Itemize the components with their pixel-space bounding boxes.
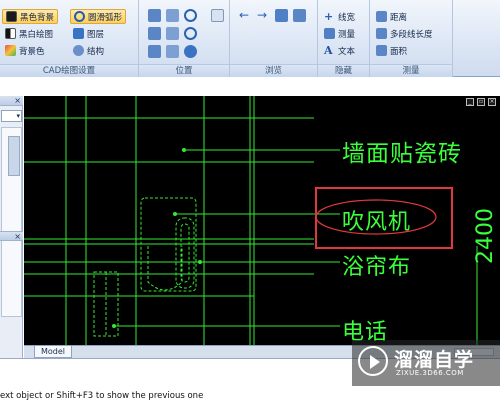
measure-button[interactable]: 测量: [321, 26, 358, 41]
palette-icon: [5, 45, 16, 56]
dimension-label: 2400: [473, 208, 498, 264]
polyline-icon: [376, 28, 387, 39]
layers-button[interactable]: 图层: [70, 26, 107, 41]
panel-close-icon[interactable]: ×: [0, 96, 23, 106]
measure-group: 距离 多段线长度 面积 测量: [370, 0, 453, 77]
ruler-icon: [324, 28, 335, 39]
black-background-button[interactable]: 黑色背景: [2, 9, 59, 24]
panel-scroll-thumb[interactable]: [8, 136, 20, 176]
tab-model[interactable]: Model: [34, 346, 73, 358]
panel-dropdown[interactable]: ▾: [1, 110, 22, 122]
zoom-previous-icon[interactable]: [166, 27, 179, 40]
arrow-left-icon[interactable]: ←: [239, 9, 252, 22]
distance-button[interactable]: 距离: [373, 9, 410, 24]
zoom-window-icon[interactable]: [166, 9, 179, 22]
plus-icon: +: [324, 10, 334, 23]
zoom-in-icon[interactable]: [184, 9, 197, 22]
drawing-canvas[interactable]: 墙面贴瓷砖 吹风机 浴帘布 电话 2400 _ ▫ ×: [24, 96, 500, 345]
refresh-icon[interactable]: [293, 9, 306, 22]
hide-group: + 线宽 测量 A 文本 隐藏: [318, 0, 370, 77]
watermark-title: 溜溜自学: [394, 349, 475, 371]
arc-icon: [74, 11, 85, 22]
text-button[interactable]: A 文本: [321, 43, 358, 58]
ribbon-toolbar: 黑色背景 圆滑弧形 黑白绘图 图层 背景色 结构 CAD绘图设置 位置 ← → …: [0, 0, 500, 77]
drawing-window-controls: _ ▫ ×: [466, 98, 496, 106]
smooth-arc-button[interactable]: 圆滑弧形: [70, 9, 127, 24]
label-shower-curtain: 浴帘布: [342, 255, 412, 280]
layers-icon: [73, 28, 84, 39]
pan-hand-icon[interactable]: [211, 9, 224, 22]
panel-close-icon-2[interactable]: ×: [0, 231, 23, 241]
browse-group: ← → 浏览: [230, 0, 318, 77]
area-icon: [376, 45, 387, 56]
polyline-length-button[interactable]: 多段线长度: [373, 26, 436, 41]
area-button[interactable]: 面积: [373, 43, 410, 58]
label-hair-dryer: 吹风机: [342, 210, 412, 235]
cad-settings-group: 黑色背景 圆滑弧形 黑白绘图 图层 背景色 结构 CAD绘图设置: [0, 0, 139, 77]
group-label-hide: 隐藏: [334, 66, 352, 76]
watermark: 溜溜自学 ZIXUE.3D66.COM: [352, 340, 500, 386]
structure-icon: [73, 45, 84, 56]
line-width-button[interactable]: + 线宽: [321, 9, 358, 24]
edit-icon[interactable]: [275, 9, 288, 22]
group-label-position: 位置: [175, 66, 193, 76]
zoom-out-icon[interactable]: [184, 27, 197, 40]
close-icon[interactable]: ×: [488, 98, 496, 106]
position-group: 位置: [139, 0, 230, 77]
play-logo-icon: [358, 346, 388, 376]
restore-icon[interactable]: ▫: [477, 98, 485, 106]
zoom-all-icon[interactable]: [148, 45, 161, 58]
fit-view-icon[interactable]: [148, 9, 161, 22]
group-label-measure: 测量: [402, 66, 420, 76]
orbit-icon[interactable]: [184, 45, 197, 58]
command-prompt-text: ext object or Shift+F3 to show the previ…: [0, 391, 204, 401]
black-square-icon: [6, 11, 17, 22]
label-wall-tile: 墙面贴瓷砖: [342, 141, 462, 167]
group-label-cad-settings: CAD绘图设置: [42, 66, 96, 76]
left-side-panel: × ▾ ×: [0, 96, 23, 358]
structure-button[interactable]: 结构: [70, 43, 107, 58]
text-a-icon: A: [324, 44, 333, 57]
minimize-icon[interactable]: _: [466, 98, 474, 106]
group-label-browse: 浏览: [264, 66, 282, 76]
black-white-button[interactable]: 黑白绘图: [2, 26, 56, 41]
zoom-object-icon[interactable]: [166, 45, 179, 58]
zoom-extents-icon[interactable]: [148, 27, 161, 40]
watermark-subtitle: ZIXUE.3D66.COM: [396, 369, 464, 377]
arrow-right-icon[interactable]: →: [257, 9, 270, 22]
background-color-button[interactable]: 背景色: [2, 43, 48, 58]
black-white-icon: [5, 28, 16, 39]
distance-icon: [376, 11, 387, 22]
